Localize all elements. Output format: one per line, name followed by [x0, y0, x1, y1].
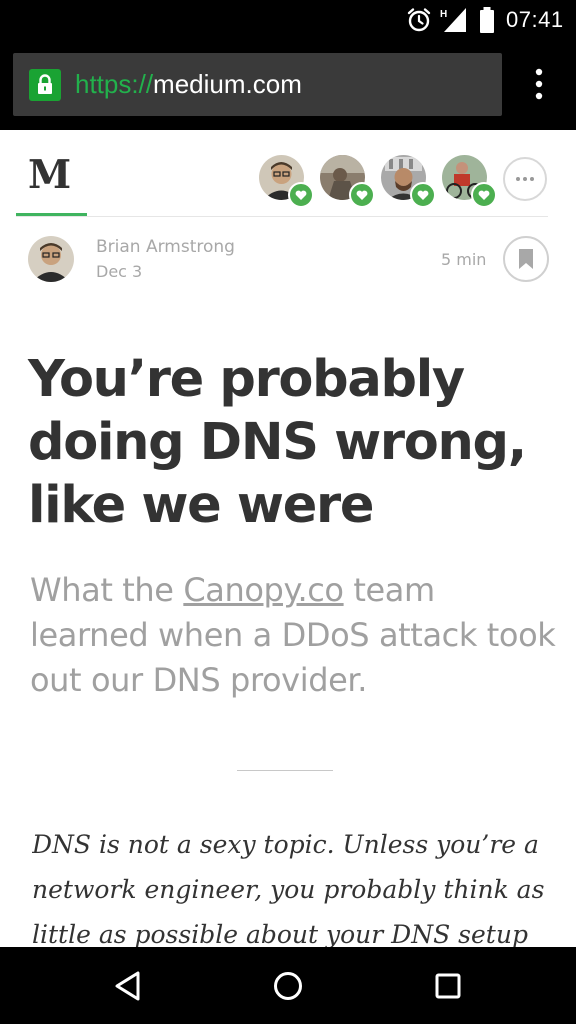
author-avatar[interactable] — [28, 236, 74, 282]
url-scheme: https:// — [75, 69, 154, 99]
medium-logo[interactable]: M — [28, 152, 71, 198]
post-date: Dec 3 — [96, 262, 143, 281]
home-icon[interactable] — [263, 961, 313, 1011]
signal-icon: H — [440, 0, 468, 40]
network-type-label: H — [440, 9, 447, 20]
browser-toolbar: https://medium.com — [0, 40, 576, 130]
article-title: You’re probably doing DNS wrong, like we… — [28, 350, 527, 535]
heart-icon — [410, 182, 436, 208]
clock-time: 07:41 — [506, 7, 564, 32]
header-divider — [16, 216, 548, 217]
more-horiz-icon — [516, 177, 534, 181]
heart-icon — [349, 182, 375, 208]
back-icon[interactable] — [104, 961, 154, 1011]
author-name[interactable]: Brian Armstrong — [96, 237, 235, 257]
subtitle-text-start: What the — [30, 571, 184, 609]
bookmark-icon — [519, 249, 533, 269]
alarm-icon — [406, 0, 432, 40]
system-nav-bar — [0, 947, 576, 1024]
url-text[interactable]: https://medium.com — [75, 53, 302, 116]
recents-icon[interactable] — [423, 961, 473, 1011]
heart-icon — [471, 182, 497, 208]
status-bar: H 07:41 — [0, 0, 576, 40]
section-divider — [237, 770, 333, 771]
bookmark-button[interactable] — [503, 236, 549, 282]
more-writers-button[interactable] — [503, 157, 547, 201]
read-time: 5 min — [441, 250, 487, 269]
canopy-link[interactable]: Canopy.co — [183, 571, 344, 609]
url-host: medium.com — [153, 69, 302, 99]
address-bar[interactable]: https://medium.com — [13, 53, 502, 116]
article-subtitle: What the Canopy.co team learned when a D… — [30, 568, 560, 703]
battery-icon — [479, 0, 495, 40]
more-vert-icon[interactable] — [520, 65, 560, 105]
article-body-paragraph: DNS is not a sexy topic. Unless you’re a… — [32, 830, 545, 947]
heart-icon — [288, 182, 314, 208]
lock-icon[interactable] — [29, 69, 61, 101]
